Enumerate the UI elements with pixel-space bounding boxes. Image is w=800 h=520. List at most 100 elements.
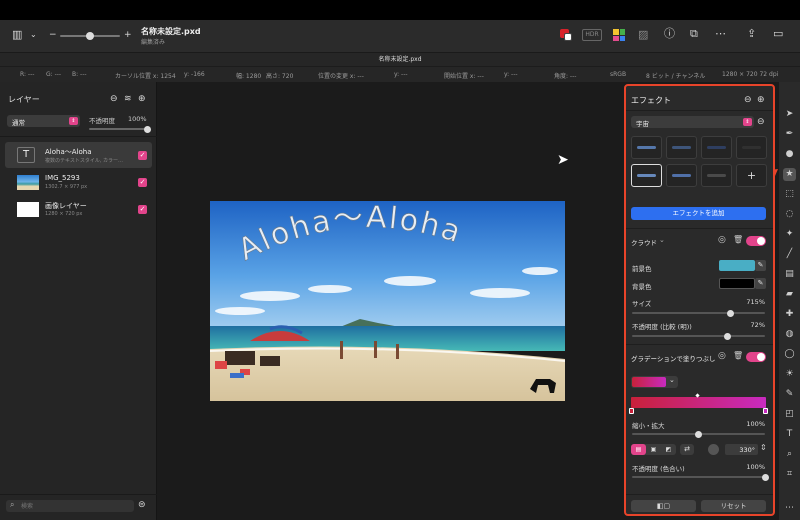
angle-field[interactable]: 330° <box>725 444 758 455</box>
zoom-out-icon[interactable]: − <box>49 29 57 41</box>
angle-gradient-icon[interactable]: ◩ <box>661 444 676 455</box>
more-tools-icon[interactable]: ⋯ <box>783 502 796 515</box>
crop-icon[interactable]: ⧉ <box>690 28 698 40</box>
color-chip-icon[interactable] <box>560 29 572 41</box>
add-effect-button[interactable]: エフェクトを追加 <box>631 207 766 220</box>
size-slider-knob[interactable] <box>726 309 734 317</box>
cloud-opacity-slider[interactable] <box>632 332 765 340</box>
effect-preset-selected[interactable] <box>631 164 662 187</box>
trash-icon[interactable]: 🗑 <box>733 235 743 244</box>
trash-icon[interactable]: 🗑 <box>733 351 743 360</box>
gradient-opacity-slider[interactable] <box>632 473 769 481</box>
layer-visibility-checkbox[interactable]: ✓ <box>138 205 147 214</box>
cloud-opacity-knob[interactable] <box>724 332 732 340</box>
arrow-tool-icon[interactable]: ➤ <box>783 108 796 121</box>
effect-preset[interactable] <box>631 136 662 159</box>
more-icon[interactable]: ⋯ <box>715 28 726 40</box>
options-icon[interactable]: ⊖ <box>757 116 765 128</box>
gradient-effect-title[interactable]: グラデーションで塗りつぶし <box>631 353 717 363</box>
zoom-slider[interactable] <box>60 32 120 40</box>
pen-tool-icon[interactable]: ✒ <box>783 128 796 141</box>
text-tool-icon[interactable]: T <box>783 428 796 441</box>
gradient-end-stop[interactable] <box>763 408 768 414</box>
cloud-effect-title[interactable]: クラウド <box>631 237 657 247</box>
chevron-down-icon[interactable]: ⌄ <box>30 29 37 41</box>
info-icon[interactable]: ⓘ <box>664 28 675 40</box>
brush-tool-icon[interactable]: ╱ <box>783 248 796 261</box>
search-field[interactable]: ⌕ <box>6 500 134 512</box>
layer-row-background[interactable]: 画像レイヤー 1280 × 720 px ✓ <box>5 196 152 222</box>
collapse-icon[interactable]: ⊖ <box>744 94 752 106</box>
panel-toggle-icon[interactable]: ▭ <box>773 28 783 40</box>
gradient-tool-icon[interactable]: ▤ <box>783 268 796 281</box>
gradient-opacity-knob[interactable] <box>761 473 769 481</box>
selection-tool-icon[interactable]: ⬚ <box>783 188 796 201</box>
magic-wand-tool-icon[interactable]: ✦ <box>783 228 796 241</box>
collapse-icon[interactable]: ⊖ <box>110 93 118 105</box>
layer-visibility-checkbox[interactable]: ✓ <box>138 178 147 187</box>
gradient-effect-toggle[interactable] <box>746 352 766 362</box>
lasso-tool-icon[interactable]: ◌ <box>783 208 796 221</box>
zoom-tool-icon[interactable]: ⌕ <box>783 448 796 461</box>
image-icon[interactable]: ▨ <box>638 29 648 41</box>
add-layer-icon[interactable]: ⊕ <box>138 93 146 105</box>
size-slider[interactable] <box>632 309 765 317</box>
reset-button[interactable]: リセット <box>701 500 766 512</box>
hdr-button[interactable]: HDR <box>582 29 602 41</box>
filter-icon[interactable]: ⊜ <box>138 499 146 511</box>
angle-stepper-icon[interactable]: ⇕ <box>760 443 767 452</box>
compare-button[interactable]: ◧▢ <box>631 500 696 512</box>
crop-tool-icon[interactable]: ⌗ <box>783 468 796 481</box>
effect-preset[interactable] <box>736 136 767 159</box>
share-icon[interactable]: ⇪ <box>747 28 756 40</box>
search-input[interactable] <box>21 501 129 511</box>
gradient-type-segmented[interactable]: ▤ ▣ ◩ <box>631 444 676 455</box>
sidebar-toggle-icon[interactable]: ▥ <box>12 29 22 41</box>
color-grid-icon[interactable] <box>613 29 625 41</box>
bandage-tool-icon[interactable]: ✚ <box>783 308 796 321</box>
effect-preset[interactable] <box>701 164 732 187</box>
eyedropper-icon[interactable]: ✎ <box>755 260 766 271</box>
layer-opacity-knob[interactable] <box>143 125 151 133</box>
add-preset-button[interactable]: + <box>736 164 767 187</box>
blur-tool-icon[interactable]: ◯ <box>783 348 796 361</box>
shape-tool-icon[interactable]: ◰ <box>783 408 796 421</box>
angle-dial[interactable] <box>708 444 719 455</box>
eraser-tool-icon[interactable]: ▰ <box>783 288 796 301</box>
zoom-in-icon[interactable]: + <box>124 29 132 41</box>
blend-mode-select[interactable]: 通常 ⇕ <box>7 115 80 127</box>
zoom-slider-knob[interactable] <box>86 32 94 40</box>
effect-preset[interactable] <box>666 136 697 159</box>
dodge-tool-icon[interactable]: ☀ <box>783 368 796 381</box>
layers-icon[interactable]: ≋ <box>124 93 132 105</box>
add-effect-icon[interactable]: ⊕ <box>757 94 765 106</box>
bg-color-well[interactable] <box>719 278 755 289</box>
clone-tool-icon[interactable]: ◍ <box>783 328 796 341</box>
gradient-start-stop[interactable] <box>629 408 634 414</box>
reverse-gradient-icon[interactable]: ⇄ <box>680 444 694 455</box>
settings-icon[interactable]: ◎ <box>718 351 726 361</box>
scale-slider-knob[interactable] <box>695 430 702 438</box>
cloud-effect-toggle[interactable] <box>746 236 766 246</box>
radial-gradient-icon[interactable]: ▣ <box>646 444 661 455</box>
layer-row-text[interactable]: T Aloha～Aloha 複数のテキストスタイル, カラー… ✓ <box>5 142 152 168</box>
layer-visibility-checkbox[interactable]: ✓ <box>138 151 147 160</box>
gradient-preset-select[interactable]: ⌄ <box>631 376 678 388</box>
linear-gradient-icon[interactable]: ▤ <box>631 444 646 455</box>
layer-opacity-slider[interactable] <box>89 125 151 133</box>
settings-icon[interactable]: ◎ <box>718 235 726 245</box>
document-tab[interactable]: 名称未設定.pxd <box>0 52 800 66</box>
effect-preset[interactable] <box>666 164 697 187</box>
gradient-bar[interactable] <box>631 397 766 408</box>
effects-tool-icon[interactable]: ● <box>783 148 796 161</box>
eyedropper-icon[interactable]: ✎ <box>755 278 766 289</box>
effect-category-select[interactable]: 宇宙 ⇕ <box>631 116 754 128</box>
chevron-down-icon[interactable]: ⌄ <box>659 236 665 244</box>
fg-color-well[interactable] <box>719 260 755 271</box>
scale-slider[interactable] <box>632 430 765 438</box>
layer-row-image[interactable]: IMG_5293 1302.7 × 977 px ✓ <box>5 169 152 195</box>
pen-path-tool-icon[interactable]: ✎ <box>783 388 796 401</box>
star-tool-icon[interactable]: ★ <box>783 168 796 181</box>
document-canvas[interactable]: Aloha～Aloha <box>210 201 565 401</box>
effect-preset[interactable] <box>701 136 732 159</box>
